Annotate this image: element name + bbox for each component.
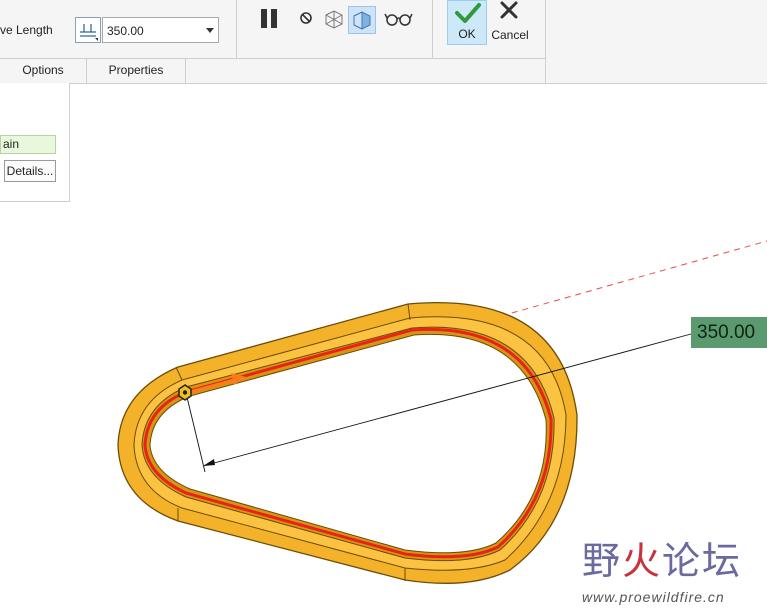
cancel-button[interactable]: Cancel	[489, 0, 531, 45]
verify-mode-button[interactable]	[383, 6, 415, 34]
glasses-icon	[384, 13, 413, 26]
chevron-down-icon	[206, 28, 214, 33]
ribbon-divider	[236, 0, 237, 58]
pause-icon	[261, 9, 277, 28]
length-value-text: 350.00	[107, 24, 144, 38]
curve-length-label: ve Length	[0, 23, 53, 37]
ribbon-divider	[432, 0, 433, 58]
reference-dashed-line	[479, 240, 767, 323]
ribbon-empty-area	[546, 0, 767, 58]
ok-label: OK	[458, 27, 476, 41]
tab-properties[interactable]: Properties	[87, 58, 186, 83]
feature-preview-button[interactable]	[348, 6, 376, 34]
pause-button[interactable]	[257, 6, 285, 34]
dimension-value-tag[interactable]: 350.00	[691, 317, 767, 348]
watermark-logo-text: 野火论坛	[582, 541, 743, 583]
checkmark-icon	[455, 3, 481, 23]
ok-button[interactable]: OK	[447, 0, 487, 45]
length-type-icon[interactable]	[75, 17, 101, 43]
length-value-combo[interactable]: 350.00	[102, 17, 219, 43]
ribbon: ve Length 350.00 OK Cancel Options Prope…	[0, 0, 767, 84]
watermark-url: www.proewildfire.cn	[582, 589, 725, 605]
cancel-label: Cancel	[491, 28, 529, 42]
tab-options[interactable]: Options	[0, 58, 87, 83]
no-preview-button[interactable]	[293, 6, 321, 34]
no-preview-icon	[300, 12, 312, 24]
shaded-preview-icon	[353, 11, 371, 30]
dashboard-tabs: Options Properties	[0, 58, 546, 83]
wireframe-preview-icon	[325, 10, 343, 29]
geometry-preview-button[interactable]	[320, 6, 348, 34]
watermark: 野火论坛 www.proewildfire.cn	[582, 530, 767, 615]
close-icon	[500, 1, 518, 19]
